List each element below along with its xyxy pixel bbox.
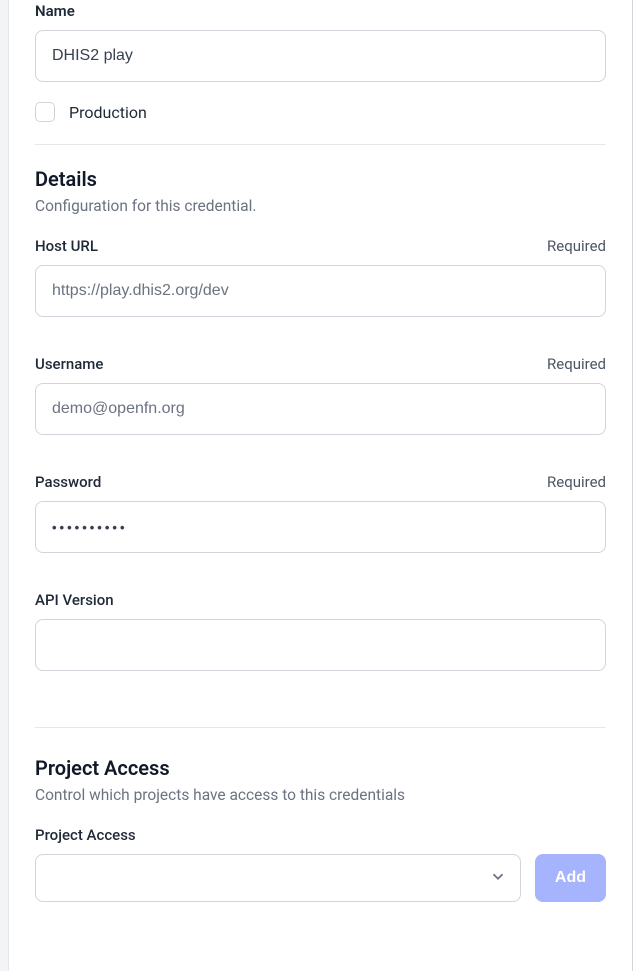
host-url-required: Required: [547, 237, 606, 255]
username-label: Username: [35, 355, 103, 373]
details-title: Details: [35, 167, 606, 191]
username-input[interactable]: [35, 383, 606, 435]
password-required: Required: [547, 473, 606, 491]
password-input[interactable]: [35, 501, 606, 553]
add-button[interactable]: Add: [535, 854, 606, 902]
production-checkbox[interactable]: [35, 102, 55, 122]
name-label: Name: [35, 2, 606, 20]
api-version-input[interactable]: [35, 619, 606, 671]
project-access-subtitle: Control which projects have access to th…: [35, 786, 606, 804]
host-url-input[interactable]: [35, 265, 606, 317]
host-url-label: Host URL: [35, 237, 98, 255]
name-input[interactable]: [35, 30, 606, 82]
production-label: Production: [69, 103, 147, 122]
project-access-title: Project Access: [35, 756, 606, 780]
password-label: Password: [35, 473, 101, 491]
username-required: Required: [547, 355, 606, 373]
project-access-select[interactable]: [35, 854, 521, 902]
project-access-label: Project Access: [35, 826, 136, 844]
api-version-label: API Version: [35, 591, 114, 609]
details-subtitle: Configuration for this credential.: [35, 197, 606, 215]
